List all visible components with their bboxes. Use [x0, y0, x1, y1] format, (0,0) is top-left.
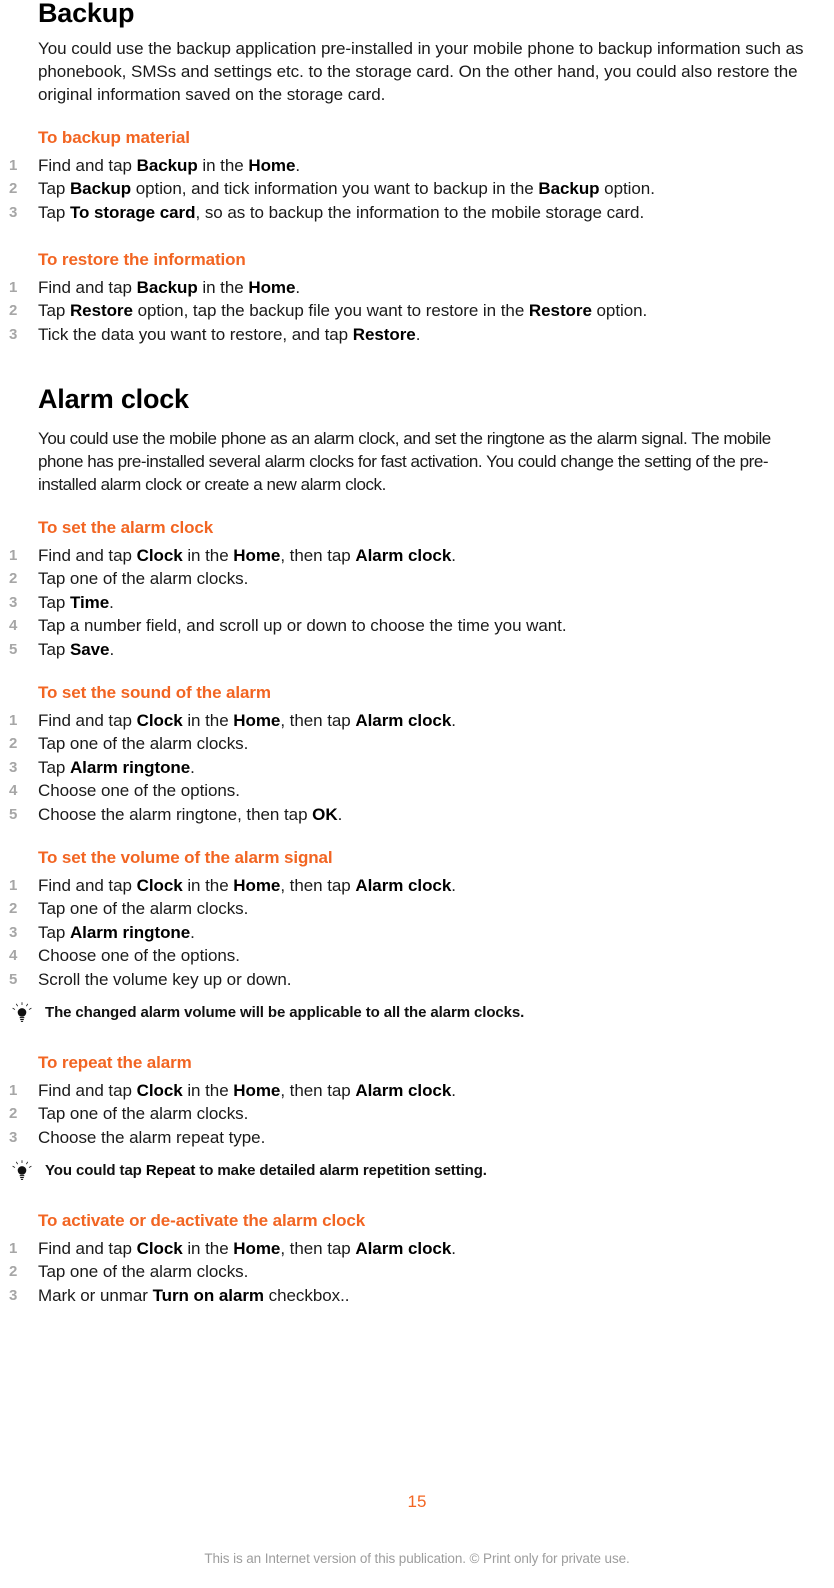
step-list-to-activate-or-de-activate-the-alarm-clock: Find and tap Clock in the Home, then tap… — [9, 1237, 820, 1308]
list-item: Choose one of the options. — [9, 779, 820, 803]
step-list-to-set-the-sound-of-the-alarm: Find and tap Clock in the Home, then tap… — [9, 709, 820, 827]
step-text: Tap Save. — [38, 639, 115, 659]
task-heading-to-backup-material: To backup material — [38, 128, 190, 147]
step-list-to-set-the-volume-of-the-alarm-signal: Find and tap Clock in the Home, then tap… — [9, 874, 820, 992]
chapter-heading-backup: Backup — [38, 0, 135, 28]
step-text: Find and tap Clock in the Home, then tap… — [38, 710, 456, 730]
step-text: Tap one of the alarm clocks. — [38, 899, 249, 919]
list-item: Tap one of the alarm clocks. — [9, 1260, 820, 1284]
list-item: Tap Backup option, and tick information … — [9, 177, 820, 201]
step-text: Find and tap Clock in the Home, then tap… — [38, 545, 456, 565]
step-text: Find and tap Clock in the Home, then tap… — [38, 875, 456, 895]
step-text: Choose the alarm repeat type. — [38, 1127, 266, 1147]
list-item: Find and tap Backup in the Home. — [9, 276, 820, 300]
list-item: Choose one of the options. — [9, 944, 820, 968]
list-item: Tap Time. — [9, 591, 820, 615]
step-text: Tap To storage card, so as to backup the… — [38, 202, 645, 222]
step-text: Choose one of the options. — [38, 946, 240, 966]
tip-note-repeat-alarm: You could tap Repeat to make detailed al… — [9, 1159, 820, 1183]
task-heading-to-set-the-alarm-clock: To set the alarm clock — [38, 518, 214, 538]
step-text: Choose the alarm ringtone, then tap OK. — [38, 804, 343, 824]
list-item: Tap one of the alarm clocks. — [9, 567, 820, 591]
step-list-to-backup-material: Find and tap Backup in the Home. Tap Bac… — [9, 154, 820, 225]
step-text: Tap Time. — [38, 592, 114, 612]
lightbulb-icon — [10, 1159, 34, 1183]
list-item: Tap one of the alarm clocks. — [9, 897, 820, 921]
list-item: Tick the data you want to restore, and t… — [9, 323, 820, 347]
step-text: Tick the data you want to restore, and t… — [38, 324, 421, 344]
step-text: Find and tap Clock in the Home, then tap… — [38, 1080, 456, 1100]
step-text: Mark or unmar Turn on alarm checkbox.. — [38, 1285, 350, 1305]
list-item: Mark or unmar Turn on alarm checkbox.. — [9, 1284, 820, 1308]
task-heading-to-activate-or-de-activate-the-alarm-clock: To activate or de-activate the alarm clo… — [38, 1211, 366, 1231]
tip-note-alarm-volume: The changed alarm volume will be applica… — [9, 1001, 820, 1025]
intro-paragraph-alarm-clock: You could use the mobile phone as an ala… — [38, 429, 771, 495]
list-item: Find and tap Clock in the Home, then tap… — [9, 544, 820, 568]
step-text: Tap one of the alarm clocks. — [38, 734, 249, 754]
list-item: Tap Alarm ringtone. — [9, 921, 820, 945]
tip-text: The changed alarm volume will be applica… — [45, 1004, 525, 1022]
list-item: Tap To storage card, so as to backup the… — [9, 201, 820, 225]
footer-copyright-note: This is an Internet version of this publ… — [204, 1551, 630, 1566]
list-item: Tap one of the alarm clocks. — [9, 732, 820, 756]
step-text: Find and tap Clock in the Home, then tap… — [38, 1238, 456, 1258]
step-text: Find and tap Backup in the Home. — [38, 155, 301, 175]
list-item: Tap a number field, and scroll up or dow… — [9, 614, 820, 638]
list-item: Choose the alarm ringtone, then tap OK. — [9, 803, 820, 827]
step-list-to-restore-the-information: Find and tap Backup in the Home. Tap Res… — [9, 276, 820, 347]
list-item: Find and tap Clock in the Home, then tap… — [9, 1237, 820, 1261]
list-item: Find and tap Clock in the Home, then tap… — [9, 709, 820, 733]
step-text: Tap a number field, and scroll up or dow… — [38, 616, 567, 636]
step-text: Tap Restore option, tap the backup file … — [38, 301, 648, 321]
task-heading-to-restore-the-information: To restore the information — [38, 250, 246, 270]
task-heading-to-set-the-sound-of-the-alarm: To set the sound of the alarm — [38, 683, 271, 703]
step-text: Find and tap Backup in the Home. — [38, 277, 301, 297]
intro-paragraph-backup: You could use the backup application pre… — [38, 39, 804, 104]
list-item: Choose the alarm repeat type. — [9, 1126, 820, 1150]
task-heading-to-set-the-volume-of-the-alarm-signal: To set the volume of the alarm signal — [38, 848, 333, 868]
list-item: Scroll the volume key up or down. — [9, 968, 820, 992]
task-heading-to-repeat-the-alarm: To repeat the alarm — [38, 1053, 192, 1073]
list-item: Find and tap Clock in the Home, then tap… — [9, 1079, 820, 1103]
list-item: Tap Save. — [9, 638, 820, 662]
tip-text: You could tap Repeat to make detailed al… — [45, 1162, 487, 1180]
step-text: Tap Backup option, and tick information … — [38, 179, 655, 199]
step-text: Tap Alarm ringtone. — [38, 922, 195, 942]
step-list-to-set-the-alarm-clock: Find and tap Clock in the Home, then tap… — [9, 544, 820, 662]
step-text: Tap one of the alarm clocks. — [38, 1262, 249, 1282]
step-text: Tap one of the alarm clocks. — [38, 569, 249, 589]
step-list-to-repeat-the-alarm: Find and tap Clock in the Home, then tap… — [9, 1079, 820, 1150]
step-text: Scroll the volume key up or down. — [38, 969, 292, 989]
list-item: Tap Alarm ringtone. — [9, 756, 820, 780]
step-text: Tap one of the alarm clocks. — [38, 1104, 249, 1124]
lightbulb-icon — [10, 1001, 34, 1025]
list-item: Find and tap Backup in the Home. — [9, 154, 820, 178]
step-text: Tap Alarm ringtone. — [38, 757, 195, 777]
list-item: Tap one of the alarm clocks. — [9, 1102, 820, 1126]
step-text: Choose one of the options. — [38, 781, 240, 801]
page-number: 15 — [407, 1492, 427, 1511]
list-item: Tap Restore option, tap the backup file … — [9, 299, 820, 323]
list-item: Find and tap Clock in the Home, then tap… — [9, 874, 820, 898]
chapter-heading-alarm-clock: Alarm clock — [38, 384, 189, 415]
document-page: Backup You could use the backup applicat… — [0, 0, 834, 1588]
